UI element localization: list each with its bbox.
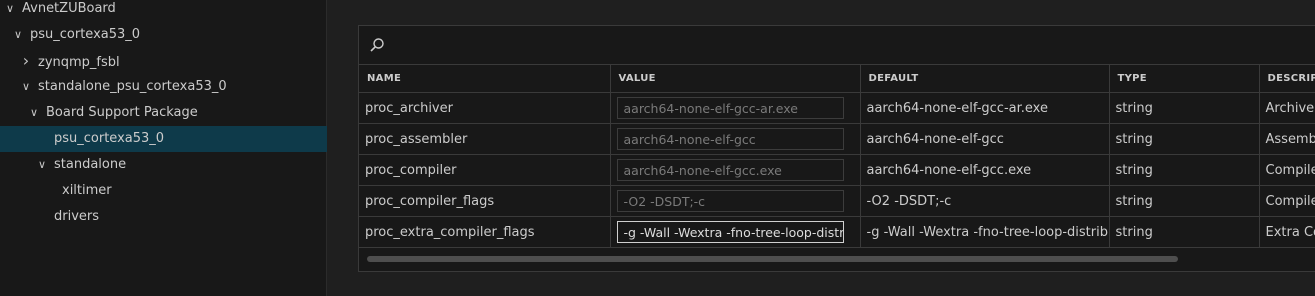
param-default-cell: aarch64-none-elf-gcc-ar.exe bbox=[860, 92, 1110, 124]
param-default-cell: -O2 -DSDT;-c bbox=[860, 185, 1110, 217]
param-value-input[interactable]: aarch64-none-elf-gcc.exe bbox=[616, 159, 844, 181]
tree-item[interactable]: › zynqmp_fsbl bbox=[0, 48, 346, 74]
param-type-cell: string bbox=[1109, 216, 1260, 248]
param-value-cell: aarch64-none-elf-gcc.exe bbox=[610, 154, 861, 186]
header-name[interactable]: NAME bbox=[359, 65, 611, 93]
param-value-cell: -g -Wall -Wextra -fno-tree-loop-distribu… bbox=[610, 216, 861, 248]
chevron-down-icon[interactable]: ∨ bbox=[36, 152, 48, 178]
param-value-input[interactable]: aarch64-none-elf-gcc-ar.exe bbox=[616, 97, 844, 119]
tree-item-label: psu_cortexa53_0 bbox=[30, 27, 141, 42]
settings-panel: NAME VALUE DEFAULT TYPE DESCRIPTI proc_a… bbox=[358, 25, 1315, 272]
param-type-cell: string bbox=[1109, 185, 1260, 217]
param-type-cell: string bbox=[1109, 154, 1260, 186]
param-description-cell: Archiver bbox=[1259, 92, 1315, 124]
tree-item[interactable]: psu_cortexa53_0 bbox=[0, 126, 362, 152]
tree-item[interactable]: ∨ Board Support Package bbox=[0, 100, 354, 126]
param-description-cell: Compiler bbox=[1259, 154, 1315, 186]
param-name-cell: proc_extra_compiler_flags bbox=[359, 216, 611, 248]
tree-item[interactable]: ∨ AvnetZUBoard bbox=[0, 0, 330, 22]
tree-item[interactable]: ∨ psu_cortexa53_0 bbox=[0, 22, 338, 48]
tree-item[interactable]: xiltimer bbox=[0, 178, 370, 204]
param-default-cell: aarch64-none-elf-gcc bbox=[860, 123, 1110, 155]
chevron-right-icon[interactable]: › bbox=[20, 48, 32, 74]
param-name-cell: proc_compiler_flags bbox=[359, 185, 611, 217]
table-row[interactable]: proc_assembler aarch64-none-elf-gcc aarch6… bbox=[359, 123, 1315, 155]
tree-item[interactable]: drivers bbox=[0, 204, 362, 230]
tree-item-label: AvnetZUBoard bbox=[22, 1, 116, 16]
table-header-row: NAME VALUE DEFAULT TYPE DESCRIPTI bbox=[359, 65, 1315, 93]
param-type-cell: string bbox=[1109, 123, 1260, 155]
param-value-input[interactable]: aarch64-none-elf-gcc bbox=[616, 128, 844, 150]
tree-item[interactable]: ∨ standalone_psu_cortexa53_0 bbox=[0, 74, 346, 100]
tree-item-label: standalone_psu_cortexa53_0 bbox=[38, 79, 227, 94]
param-name-cell: proc_archiver bbox=[359, 92, 611, 124]
chevron-down-icon[interactable]: ∨ bbox=[4, 0, 16, 22]
chevron-down-icon[interactable]: ∨ bbox=[28, 100, 40, 126]
param-value-cell: aarch64-none-elf-gcc-ar.exe bbox=[610, 92, 861, 124]
chevron-down-icon[interactable]: ∨ bbox=[20, 74, 32, 100]
header-type[interactable]: TYPE bbox=[1109, 65, 1260, 93]
param-name-cell: proc_compiler bbox=[359, 154, 611, 186]
param-type-cell: string bbox=[1109, 92, 1260, 124]
table-row[interactable]: proc_compiler aarch64-none-elf-gcc.exe aar… bbox=[359, 154, 1315, 186]
tree-item-label: zynqmp_fsbl bbox=[38, 55, 120, 70]
tree-item-label: drivers bbox=[54, 209, 100, 224]
horizontal-scrollbar[interactable] bbox=[367, 256, 1178, 262]
param-value-input[interactable]: -O2 -DSDT;-c bbox=[616, 190, 844, 212]
parameter-table: NAME VALUE DEFAULT TYPE DESCRIPTI proc_a… bbox=[359, 65, 1315, 248]
table-row[interactable]: proc_compiler_flags -O2 -DSDT;-c -O2 -DSD… bbox=[359, 185, 1315, 217]
param-default-cell: -g -Wall -Wextra -fno-tree-loop-distribu… bbox=[860, 216, 1110, 248]
param-value-input[interactable]: -g -Wall -Wextra -fno-tree-loop-distribu… bbox=[616, 221, 844, 243]
param-description-cell: Extra Con bbox=[1259, 216, 1315, 248]
tree-item[interactable]: ∨ standalone bbox=[0, 152, 362, 178]
param-description-cell: Compiler bbox=[1259, 185, 1315, 217]
tree-item-label: psu_cortexa53_0 bbox=[54, 131, 165, 146]
tree-item-label: xiltimer bbox=[62, 183, 112, 198]
param-default-cell: aarch64-none-elf-gcc.exe bbox=[860, 154, 1110, 186]
main-editor: NAME VALUE DEFAULT TYPE DESCRIPTI proc_a… bbox=[327, 0, 1315, 296]
param-name-cell: proc_assembler bbox=[359, 123, 611, 155]
table-row[interactable]: proc_archiver aarch64-none-elf-gcc-ar.exe… bbox=[359, 92, 1315, 124]
search-icon[interactable] bbox=[369, 37, 385, 53]
header-default[interactable]: DEFAULT bbox=[860, 65, 1110, 93]
explorer-sidebar: ∨ AvnetZUBoard ∨ psu_cortexa53_0 › zynqmp_fsb… bbox=[0, 0, 362, 296]
chevron-down-icon[interactable]: ∨ bbox=[12, 22, 24, 48]
tree-item-label: standalone bbox=[54, 157, 127, 172]
param-value-cell: aarch64-none-elf-gcc bbox=[610, 123, 861, 155]
search-bar[interactable] bbox=[359, 26, 1315, 65]
header-description[interactable]: DESCRIPTI bbox=[1259, 65, 1315, 93]
param-description-cell: Assemble bbox=[1259, 123, 1315, 155]
header-value[interactable]: VALUE bbox=[610, 65, 861, 93]
tree-item-label: Board Support Package bbox=[46, 105, 198, 120]
table-row[interactable]: proc_extra_compiler_flags -g -Wall -Wextr… bbox=[359, 216, 1315, 248]
param-value-cell: -O2 -DSDT;-c bbox=[610, 185, 861, 217]
